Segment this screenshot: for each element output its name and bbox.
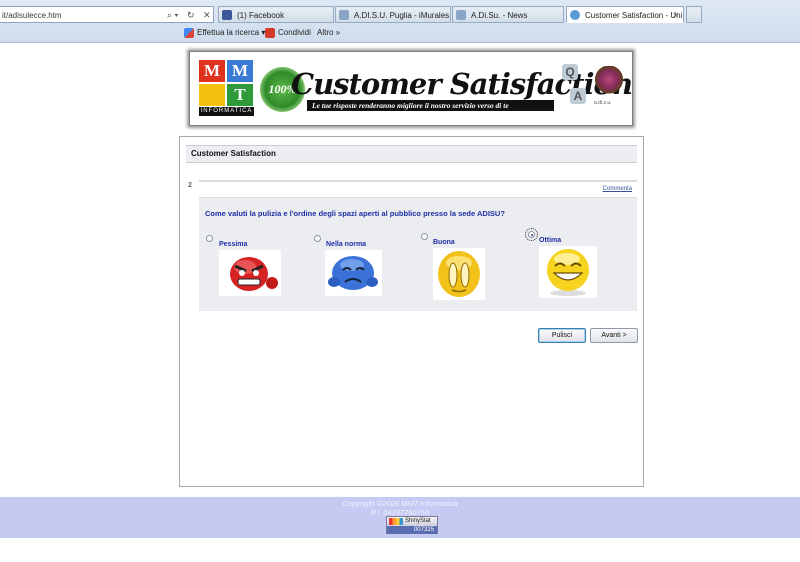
next-button[interactable]: Avanti > — [590, 328, 638, 343]
radio-ottima[interactable] — [525, 228, 538, 241]
angry-face-icon[interactable] — [219, 250, 281, 296]
comment-link[interactable]: Commenta — [603, 186, 632, 192]
survey-header: Customer Satisfaction — [186, 145, 637, 163]
command-label: Altro » — [317, 28, 341, 37]
counter-bars-icon — [389, 518, 403, 525]
question-toolbar: Commenta — [199, 182, 637, 198]
survey-panel: Customer Satisfaction 2 Commenta Come va… — [179, 136, 644, 487]
page-footer: Copyright ©2009 MMT Informatica P.I. 041… — [0, 497, 800, 538]
option-label-nella-norma: Nella norma — [326, 241, 367, 248]
address-text: it/adisulecce.htm — [2, 11, 62, 20]
site-banner: M M T INFORMATICA 100% Customer Satisfac… — [189, 51, 633, 126]
close-tab-icon[interactable]: ✕ — [672, 7, 679, 22]
command-label: Effettua la ricerca ▾ — [197, 28, 266, 37]
close-icon[interactable]: ✕ — [203, 7, 211, 24]
tab-label: (1) Facebook — [237, 11, 285, 20]
facebook-icon — [222, 10, 232, 20]
option-label-buona: Buona — [433, 239, 455, 246]
command-bar: Effettua la ricerca ▾ Condividi Altro » — [0, 25, 800, 41]
shinystat-counter[interactable]: ShinyStat 007325 — [386, 516, 438, 534]
page-icon — [339, 10, 349, 20]
page-icon — [456, 10, 466, 20]
radio-pessima[interactable] — [206, 235, 213, 242]
address-bar[interactable]: it/adisulecce.htm ⌕ ▾ ↻ ✕ — [0, 6, 214, 23]
google-icon — [184, 28, 194, 38]
banner-subtitle: Le tue risposte renderanno migliore il n… — [307, 100, 554, 111]
copyright-text: Copyright ©2009 MMT Informatica — [342, 499, 458, 508]
clear-button[interactable]: Pulisci — [538, 328, 586, 343]
adisu-label: a.di.s.u. — [594, 100, 612, 106]
tab-label: A.DI.S.U. Puglia - iMurales.com — [354, 11, 451, 20]
adisu-tree-logo — [593, 66, 625, 96]
tab-label: Customer Satisfaction - Uni... — [585, 11, 684, 20]
tab-adisu-news[interactable]: A.Di.Su. - News — [452, 6, 564, 23]
option-label-ottima: Ottima — [539, 237, 562, 244]
tab-facebook[interactable]: (1) Facebook — [218, 6, 334, 23]
tab-customer-satisfaction[interactable]: Customer Satisfaction - Uni... ✕ — [566, 6, 684, 23]
question-box: Commenta Come valuti la pulizia e l'ordi… — [199, 180, 637, 311]
page-icon — [570, 10, 580, 20]
question-text: Come valuti la pulizia e l'ordine degli … — [205, 209, 505, 218]
tab-label: A.Di.Su. - News — [471, 11, 528, 20]
neutral-face-icon[interactable] — [433, 248, 485, 300]
search-command[interactable]: Effettua la ricerca ▾ — [184, 25, 265, 41]
counter-value: 007325 — [387, 526, 437, 534]
new-tab-button[interactable] — [686, 6, 702, 23]
refresh-icon[interactable]: ↻ — [187, 7, 195, 24]
browser-chrome: it/adisulecce.htm ⌕ ▾ ↻ ✕ (1) Facebook A… — [0, 0, 800, 43]
sad-face-icon[interactable] — [325, 250, 382, 296]
mmt-logo: M M T INFORMATICA — [199, 60, 254, 116]
option-label-pessima: Pessima — [219, 241, 248, 248]
question-number: 2 — [188, 182, 192, 189]
qa-figure-icon: Q A — [562, 64, 588, 110]
more-command[interactable]: Altro » — [304, 25, 340, 41]
radio-buona[interactable] — [421, 233, 428, 240]
laughing-face-icon[interactable] — [539, 246, 597, 298]
tab-imurales[interactable]: A.DI.S.U. Puglia - iMurales.com — [335, 6, 451, 23]
radio-nella-norma[interactable] — [314, 235, 321, 242]
share-icon — [265, 28, 275, 38]
search-icon[interactable]: ⌕ ▾ — [167, 7, 178, 24]
